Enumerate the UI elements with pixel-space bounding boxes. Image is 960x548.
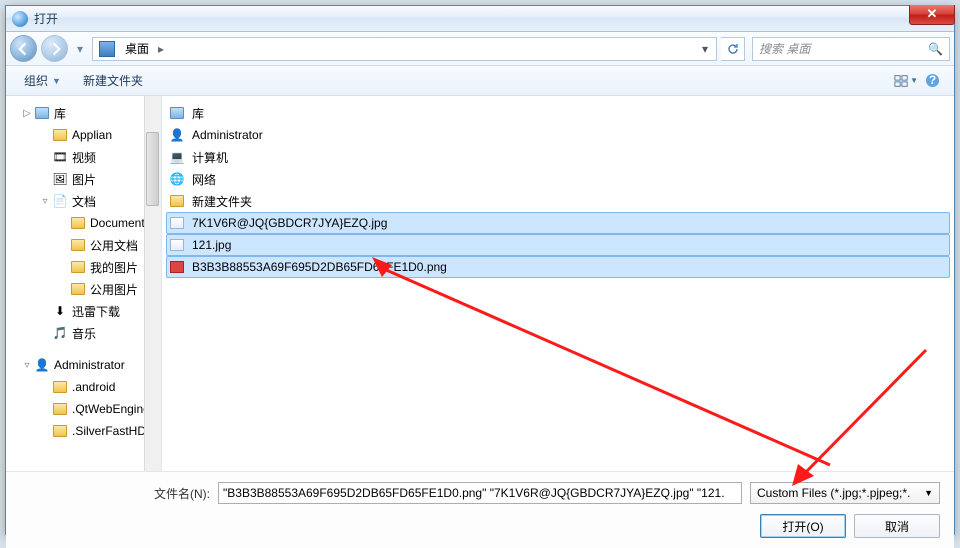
file-label: 121.jpg bbox=[190, 237, 233, 253]
address-dropdown[interactable]: ▾ bbox=[696, 42, 714, 56]
titlebar[interactable]: 打开 ✕ bbox=[6, 6, 954, 32]
tree-item-label: Applian bbox=[72, 128, 112, 142]
file-item[interactable]: 7K1V6R@JQ{GBDCR7JYA}EZQ.jpg bbox=[166, 212, 950, 234]
tree-item[interactable]: 公用文档 bbox=[6, 234, 161, 256]
app-icon bbox=[12, 11, 28, 27]
file-label: 网络 bbox=[190, 170, 218, 189]
search-input[interactable]: 搜索 桌面 🔍 bbox=[752, 37, 950, 61]
chevron-down-icon: ▼ bbox=[910, 76, 918, 85]
tree-item[interactable]: ▿👤Administrator bbox=[6, 354, 161, 376]
tree-item[interactable]: 🎞视频 bbox=[6, 146, 161, 168]
file-icon: 👤 bbox=[169, 127, 185, 143]
organize-button[interactable]: 组织▼ bbox=[16, 69, 69, 92]
new-folder-button[interactable]: 新建文件夹 bbox=[75, 69, 151, 92]
tree-item-label: Documents bbox=[90, 216, 151, 230]
filetype-filter[interactable]: Custom Files (*.jpg;*.pjpeg;*.▼ bbox=[750, 482, 940, 504]
file-item[interactable]: B3B3B88553A69F695D2DB65FD65FE1D0.png bbox=[166, 256, 950, 278]
cancel-button[interactable]: 取消 bbox=[854, 514, 940, 538]
svg-text:?: ? bbox=[928, 73, 935, 87]
tree-item[interactable]: Documents bbox=[6, 212, 161, 234]
file-icon bbox=[169, 237, 185, 253]
file-icon bbox=[169, 215, 185, 231]
refresh-button[interactable] bbox=[721, 37, 745, 61]
file-item[interactable]: 🌐 网络 bbox=[166, 168, 950, 190]
tree-item-label: .SilverFastHDR bbox=[72, 424, 155, 438]
back-button[interactable] bbox=[10, 35, 37, 62]
breadcrumb-root[interactable]: 桌面 bbox=[119, 38, 155, 60]
tree-item-label: Administrator bbox=[54, 358, 125, 372]
file-icon bbox=[169, 259, 185, 275]
tree-item[interactable]: .QtWebEngine bbox=[6, 398, 161, 420]
tree-item[interactable]: ⬇迅雷下载 bbox=[6, 300, 161, 322]
tree-item-label: .android bbox=[72, 380, 115, 394]
close-button[interactable]: ✕ bbox=[909, 5, 955, 25]
toolbar: 组织▼ 新建文件夹 ▼ ? bbox=[6, 66, 954, 96]
tree-item-label: 公用图片 bbox=[90, 281, 138, 298]
expand-icon[interactable]: ▷ bbox=[20, 108, 34, 119]
tree-item-label: .QtWebEngine bbox=[72, 402, 150, 416]
file-label: 新建文件夹 bbox=[190, 192, 254, 211]
window-title: 打开 bbox=[34, 10, 58, 27]
bottom-panel: 文件名(N): Custom Files (*.jpg;*.pjpeg;*.▼ … bbox=[6, 471, 954, 548]
chevron-right-icon[interactable]: ▸ bbox=[155, 42, 167, 56]
filename-label: 文件名(N): bbox=[20, 485, 210, 502]
file-item[interactable]: 库 bbox=[166, 102, 950, 124]
tree-item-label: 迅雷下载 bbox=[72, 303, 120, 320]
history-dropdown[interactable]: ▾ bbox=[72, 35, 88, 62]
chevron-down-icon: ▼ bbox=[52, 76, 61, 86]
tree-item[interactable]: ▷库 bbox=[6, 102, 161, 124]
drive-icon bbox=[99, 41, 115, 57]
view-mode-button[interactable]: ▼ bbox=[894, 70, 918, 92]
filename-input[interactable] bbox=[218, 482, 742, 504]
file-icon bbox=[169, 193, 185, 209]
tree-item-label: 公用文档 bbox=[90, 237, 138, 254]
chevron-down-icon: ▼ bbox=[924, 488, 933, 498]
address-bar[interactable]: 桌面 ▸ ▾ bbox=[92, 37, 717, 61]
help-button[interactable]: ? bbox=[920, 70, 944, 92]
tree-item[interactable]: 🖼图片 bbox=[6, 168, 161, 190]
forward-button[interactable] bbox=[41, 35, 68, 62]
tree-item[interactable]: 我的图片 bbox=[6, 256, 161, 278]
expand-icon[interactable]: ▿ bbox=[38, 196, 52, 207]
file-list[interactable]: 库 👤 Administrator 💻 计算机 🌐 网络新建文件夹 7K1V6R@JQ{GBD… bbox=[162, 96, 954, 471]
tree-item[interactable]: ▿📄文档 bbox=[6, 190, 161, 212]
tree-item[interactable]: 公用图片 bbox=[6, 278, 161, 300]
file-label: Administrator bbox=[190, 127, 265, 143]
tree-item-label: 我的图片 bbox=[90, 259, 138, 276]
file-label: B3B3B88553A69F695D2DB65FD65FE1D0.png bbox=[190, 259, 449, 275]
tree-item[interactable]: .SilverFastHDR bbox=[6, 420, 161, 442]
open-dialog: 打开 ✕ ▾ 桌面 ▸ ▾ 搜索 桌面🔍 组织▼ 新建文件夹 ▼ ? ▷库App… bbox=[5, 5, 955, 535]
tree-item[interactable]: .android bbox=[6, 376, 161, 398]
expand-icon[interactable]: ▿ bbox=[20, 360, 34, 371]
file-icon bbox=[169, 105, 185, 121]
tree-item-label: 文档 bbox=[72, 193, 96, 210]
search-placeholder: 搜索 桌面 bbox=[759, 40, 810, 57]
nav-bar: ▾ 桌面 ▸ ▾ 搜索 桌面 🔍 bbox=[6, 32, 954, 66]
file-icon: 💻 bbox=[169, 149, 185, 165]
file-item[interactable]: 👤 Administrator bbox=[166, 124, 950, 146]
tree-item-label: 图片 bbox=[72, 171, 96, 188]
tree-item-label: 音乐 bbox=[72, 325, 96, 342]
tree-item-label: 库 bbox=[54, 105, 66, 122]
tree-item-label: 视频 bbox=[72, 149, 96, 166]
search-icon: 🔍 bbox=[928, 42, 943, 56]
file-label: 库 bbox=[190, 104, 206, 123]
tree-scrollbar-thumb[interactable] bbox=[146, 132, 159, 206]
tree-item[interactable]: Applian bbox=[6, 124, 161, 146]
file-label: 计算机 bbox=[190, 148, 230, 167]
folder-tree[interactable]: ▷库Applian🎞视频🖼图片▿📄文档Documents公用文档我的图片公用图片… bbox=[6, 96, 162, 471]
tree-item[interactable]: 🎵音乐 bbox=[6, 322, 161, 344]
file-icon: 🌐 bbox=[169, 171, 185, 187]
file-item[interactable]: 💻 计算机 bbox=[166, 146, 950, 168]
open-button[interactable]: 打开(O) bbox=[760, 514, 846, 538]
file-item[interactable]: 121.jpg bbox=[166, 234, 950, 256]
file-label: 7K1V6R@JQ{GBDCR7JYA}EZQ.jpg bbox=[190, 215, 389, 231]
file-item[interactable]: 新建文件夹 bbox=[166, 190, 950, 212]
